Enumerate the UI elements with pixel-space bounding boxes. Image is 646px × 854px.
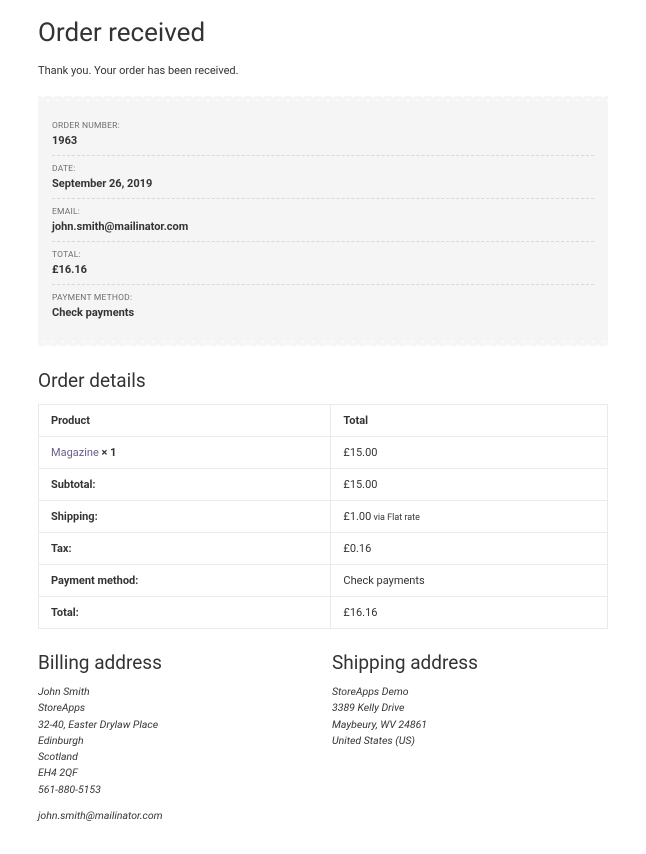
summary-label: TOTAL: <box>52 250 594 260</box>
product-cell: Magazine × 1 <box>39 437 331 469</box>
col-total: Total <box>331 405 608 437</box>
summary-value: Check payments <box>52 306 594 319</box>
table-row: Magazine × 1£15.00 <box>39 437 608 469</box>
order-summary-box: ORDER NUMBER: 1963 DATE: September 26, 2019… <box>38 101 608 341</box>
summary-row: EMAIL: john.smith@mailinator.com <box>52 199 594 242</box>
product-qty: × 1 <box>99 446 117 459</box>
table-row: Tax:£0.16 <box>39 533 608 565</box>
shipping-heading: Shipping address <box>332 651 608 674</box>
page-title: Order received <box>38 18 608 48</box>
foot-value: Check payments <box>331 565 608 597</box>
summary-value: £16.16 <box>52 263 594 276</box>
billing-heading: Billing address <box>38 651 314 674</box>
intro-text: Thank you. Your order has been received. <box>38 64 608 77</box>
order-details-heading: Order details <box>38 369 608 392</box>
summary-row: TOTAL: £16.16 <box>52 242 594 285</box>
foot-small: via Flat rate <box>371 513 420 523</box>
foot-label: Tax: <box>39 533 331 565</box>
summary-label: PAYMENT METHOD: <box>52 293 594 303</box>
product-link[interactable]: Magazine <box>51 446 99 459</box>
foot-label: Total: <box>39 597 331 629</box>
col-product: Product <box>39 405 331 437</box>
product-total: £15.00 <box>331 437 608 469</box>
foot-value: £0.16 <box>331 533 608 565</box>
table-row: Subtotal:£15.00 <box>39 469 608 501</box>
summary-row: DATE: September 26, 2019 <box>52 156 594 199</box>
order-details-table: Product Total Magazine × 1£15.00 Subtota… <box>38 404 608 629</box>
summary-value: john.smith@mailinator.com <box>52 220 594 233</box>
foot-label: Payment method: <box>39 565 331 597</box>
foot-label: Shipping: <box>39 501 331 533</box>
summary-row: PAYMENT METHOD: Check payments <box>52 285 594 327</box>
foot-label: Subtotal: <box>39 469 331 501</box>
billing-email: john.smith@mailinator.com <box>38 808 314 824</box>
summary-label: EMAIL: <box>52 207 594 217</box>
summary-row: ORDER NUMBER: 1963 <box>52 113 594 156</box>
shipping-address: StoreApps Demo3389 Kelly DriveMaybeury, … <box>332 684 608 749</box>
table-row: Payment method:Check payments <box>39 565 608 597</box>
summary-label: DATE: <box>52 164 594 174</box>
summary-value: 1963 <box>52 134 594 147</box>
summary-label: ORDER NUMBER: <box>52 121 594 131</box>
foot-value: £1.00 via Flat rate <box>331 501 608 533</box>
table-row: Shipping:£1.00 via Flat rate <box>39 501 608 533</box>
summary-value: September 26, 2019 <box>52 177 594 190</box>
foot-value: £15.00 <box>331 469 608 501</box>
table-row: Total:£16.16 <box>39 597 608 629</box>
foot-value: £16.16 <box>331 597 608 629</box>
billing-address: John SmithStoreApps32-40, Easter Drylaw … <box>38 684 314 824</box>
